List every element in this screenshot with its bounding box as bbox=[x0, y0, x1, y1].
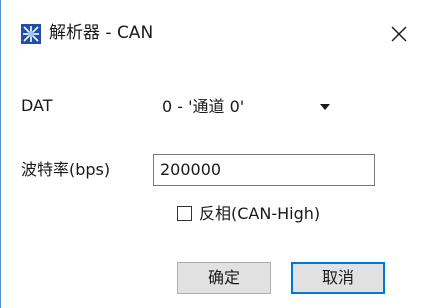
chevron-down-icon bbox=[320, 104, 330, 110]
window-title: 解析器 - CAN bbox=[49, 23, 154, 43]
baudrate-label: 波特率(bps) bbox=[21, 160, 111, 179]
app-icon bbox=[21, 24, 41, 44]
channel-label: DAT bbox=[21, 96, 53, 115]
channel-select[interactable]: 0 - '通道 0' bbox=[153, 89, 345, 123]
baudrate-input[interactable]: 200000 bbox=[153, 154, 375, 186]
close-button[interactable] bbox=[376, 16, 424, 52]
channel-select-value: 0 - '通道 0' bbox=[162, 97, 245, 116]
analyzer-dialog: 解析器 - CAN DAT 0 - '通道 0' 波特率(bps) 200000… bbox=[0, 0, 424, 308]
title-bar: 解析器 - CAN bbox=[1, 0, 424, 58]
cancel-button[interactable]: 取消 bbox=[291, 262, 385, 294]
close-icon bbox=[391, 26, 407, 42]
invert-checkbox-label[interactable]: 反相(CAN-High) bbox=[199, 203, 320, 225]
ok-button[interactable]: 确定 bbox=[177, 262, 271, 294]
invert-checkbox[interactable] bbox=[177, 206, 192, 221]
